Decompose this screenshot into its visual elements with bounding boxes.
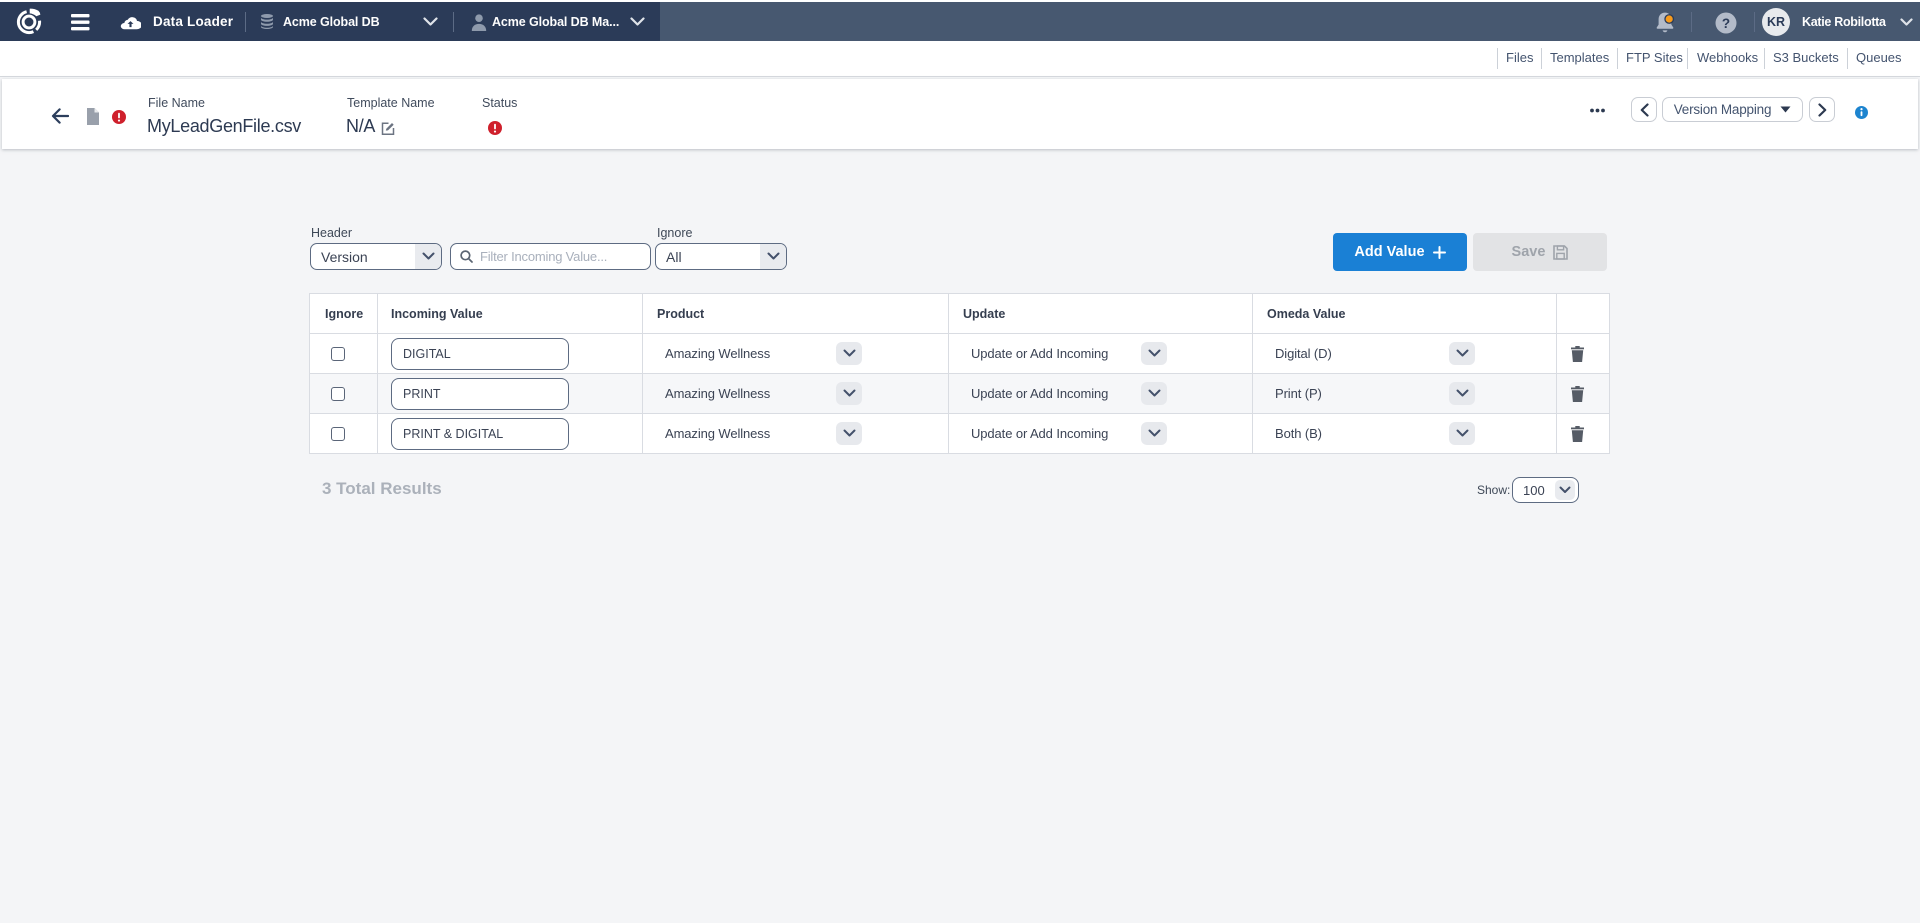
svg-text:?: ? [1722, 16, 1730, 31]
